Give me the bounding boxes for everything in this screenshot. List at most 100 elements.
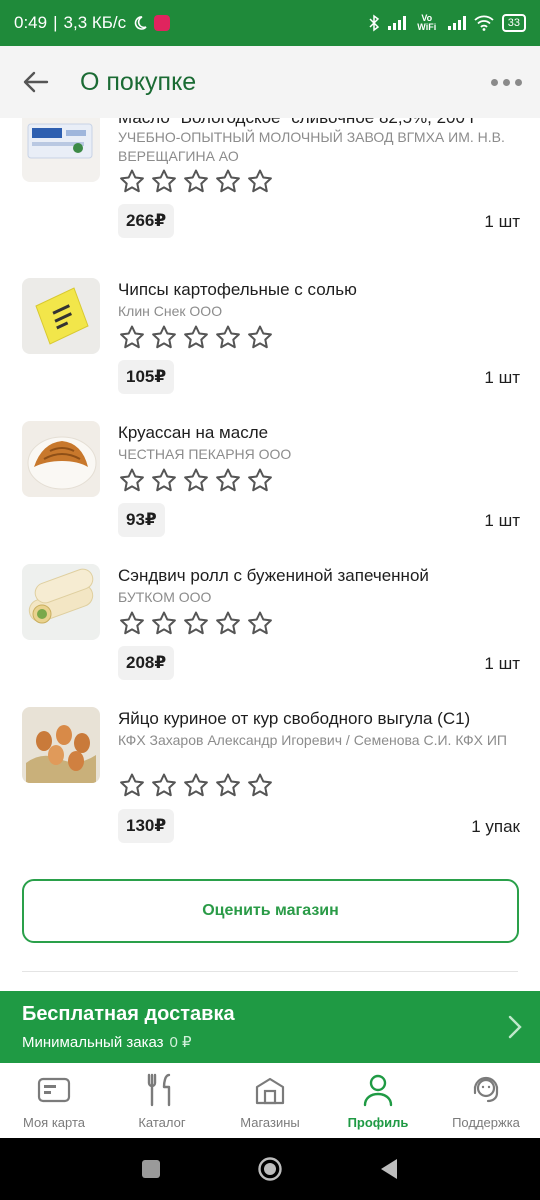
star-icon[interactable] xyxy=(118,324,146,352)
status-time: 0:49 xyxy=(14,13,48,32)
star-icon[interactable] xyxy=(118,467,146,495)
chips-image xyxy=(35,287,89,345)
rate-store-button[interactable]: Оценить магазин xyxy=(22,879,519,943)
more-options-button[interactable] xyxy=(491,78,522,86)
product-image-eggs xyxy=(22,707,100,783)
catalog-icon xyxy=(147,1073,171,1107)
divider xyxy=(22,971,518,972)
product-image-croissant xyxy=(22,421,100,497)
product-image-sandwich xyxy=(22,564,100,640)
signal-icon xyxy=(387,16,406,30)
butter-image xyxy=(27,123,93,159)
battery-indicator: 33 xyxy=(501,14,526,32)
product-name: Масло "Вологодское" сливочное 82,5%, 200… xyxy=(118,118,522,128)
product-name: Сэндвич ролл с бужениной запеченной xyxy=(118,566,429,585)
croissant-image xyxy=(27,436,97,490)
product-image-chips xyxy=(22,278,100,354)
status-network-speed: 3,3 КБ/с xyxy=(63,13,127,32)
arrow-left-icon xyxy=(23,71,49,93)
star-icon[interactable] xyxy=(246,610,274,638)
system-navigation-bar xyxy=(0,1138,540,1200)
star-icon[interactable] xyxy=(214,772,242,800)
star-icon[interactable] xyxy=(150,467,178,495)
bluetooth-icon xyxy=(369,14,379,32)
star-icon[interactable] xyxy=(246,467,274,495)
star-icon[interactable] xyxy=(150,324,178,352)
product-maker: Клин Снек ООО xyxy=(118,303,223,319)
star-icon[interactable] xyxy=(246,168,274,196)
product-quantity: 1 шт xyxy=(484,654,520,673)
rating-stars[interactable] xyxy=(118,610,274,638)
sandwich-image xyxy=(28,568,94,624)
product-price: 93₽ xyxy=(118,503,165,537)
product-name: Круассан на масле xyxy=(118,423,269,442)
purchase-list[interactable]: Масло "Вологодское" сливочное 82,5%, 200… xyxy=(0,118,540,991)
star-icon[interactable] xyxy=(182,467,210,495)
rating-stars[interactable] xyxy=(118,324,274,352)
card-icon xyxy=(37,1077,71,1103)
star-icon[interactable] xyxy=(182,324,210,352)
product-quantity: 1 шт xyxy=(484,511,520,530)
recent-apps-button[interactable] xyxy=(141,1159,161,1179)
nav-label: Поддержка xyxy=(452,1115,520,1130)
tiktok-icon xyxy=(154,15,171,31)
star-icon[interactable] xyxy=(214,324,242,352)
product-maker: УЧЕБНО-ОПЫТНЫЙ МОЛОЧНЫЙ ЗАВОД ВГМХА ИМ. … xyxy=(118,129,505,164)
vowifi-label: Vo WiFi xyxy=(417,13,437,32)
eggs-image xyxy=(26,725,96,783)
min-order-label: Минимальный заказ xyxy=(22,1034,164,1051)
back-nav-button[interactable] xyxy=(379,1158,399,1180)
product-name: Чипсы картофельные с солью xyxy=(118,280,357,299)
star-icon[interactable] xyxy=(118,168,146,196)
nav-support[interactable]: Поддержка xyxy=(432,1063,540,1138)
star-icon[interactable] xyxy=(214,168,242,196)
product-maker: ЧЕСТНАЯ ПЕКАРНЯ ООО xyxy=(118,446,292,462)
star-icon[interactable] xyxy=(246,324,274,352)
star-icon[interactable] xyxy=(246,772,274,800)
star-icon[interactable] xyxy=(150,168,178,196)
delivery-title: Бесплатная доставка xyxy=(22,1003,235,1025)
product-maker: КФХ Захаров Александр Игоревич / Семенов… xyxy=(118,732,507,748)
product-image-butter xyxy=(22,118,100,182)
support-icon xyxy=(473,1076,499,1103)
star-icon[interactable] xyxy=(118,772,146,800)
rating-stars[interactable] xyxy=(118,168,274,196)
nav-label: Каталог xyxy=(138,1115,186,1130)
profile-icon xyxy=(363,1074,393,1107)
chevron-right-icon xyxy=(508,1015,522,1039)
delivery-banner[interactable]: Бесплатная доставка Минимальный заказ 0 ₽ xyxy=(0,991,540,1063)
star-icon[interactable] xyxy=(214,467,242,495)
back-button[interactable] xyxy=(18,64,54,100)
app-bar: О покупке xyxy=(0,46,540,118)
dot-icon xyxy=(503,78,510,86)
bottom-navigation: Моя карта Каталог Магазины Профиль Подде… xyxy=(0,1063,540,1138)
home-button[interactable] xyxy=(257,1156,283,1182)
star-icon[interactable] xyxy=(118,610,146,638)
star-icon[interactable] xyxy=(182,772,210,800)
nav-my-card[interactable]: Моя карта xyxy=(0,1063,108,1138)
star-icon[interactable] xyxy=(150,610,178,638)
dot-icon xyxy=(515,78,522,86)
nav-label: Профиль xyxy=(347,1115,409,1130)
product-price: 266₽ xyxy=(118,204,175,238)
moon-icon xyxy=(134,16,147,30)
star-icon[interactable] xyxy=(150,772,178,800)
product-name: Яйцо куриное от кур свободного выгула (С… xyxy=(118,709,471,728)
delivery-min-order: Минимальный заказ 0 ₽ xyxy=(22,1033,192,1051)
signal-icon-2 xyxy=(447,16,466,30)
product-price: 130₽ xyxy=(118,809,175,843)
nav-stores[interactable]: Магазины xyxy=(216,1063,324,1138)
product-price: 105₽ xyxy=(118,360,175,394)
star-icon[interactable] xyxy=(182,610,210,638)
min-order-value: 0 ₽ xyxy=(169,1034,192,1051)
product-quantity: 1 упак xyxy=(471,817,520,836)
status-separator: | xyxy=(53,13,58,32)
nav-catalog[interactable]: Каталог xyxy=(108,1063,216,1138)
star-icon[interactable] xyxy=(214,610,242,638)
dot-icon xyxy=(491,78,498,86)
rating-stars[interactable] xyxy=(118,467,274,495)
status-bar: 0:49 | 3,3 КБ/с Vo WiFi 33 xyxy=(0,0,540,46)
rating-stars[interactable] xyxy=(118,772,274,800)
nav-profile[interactable]: Профиль xyxy=(324,1063,432,1138)
star-icon[interactable] xyxy=(182,168,210,196)
